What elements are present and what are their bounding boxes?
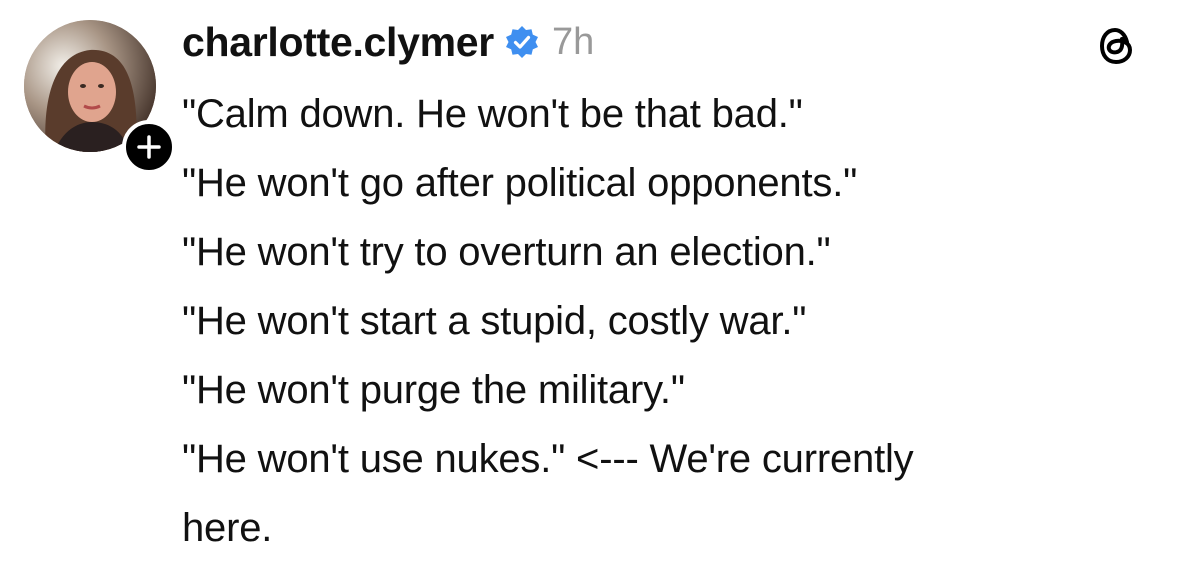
plus-icon: [137, 135, 161, 159]
post-timestamp: 7h: [551, 20, 595, 63]
follow-button[interactable]: [122, 120, 176, 174]
verified-badge-icon: [504, 24, 540, 60]
post-text-line: "He won't purge the military.": [182, 368, 685, 412]
post-text-line: here.: [182, 506, 273, 550]
threads-logo-icon[interactable]: [1094, 22, 1138, 70]
post-text-line: "He won't use nukes." <--- We're current…: [182, 437, 914, 481]
avatar-container[interactable]: [24, 20, 176, 174]
username-link[interactable]: charlotte.clymer: [182, 19, 494, 66]
post-text-line: "Calm down. He won't be that bad.": [182, 92, 803, 136]
post-text-line: "He won't start a stupid, costly war.": [182, 299, 807, 343]
post-text-line: "He won't go after political opponents.": [182, 161, 858, 205]
post-text-line: "He won't try to overturn an election.": [182, 230, 831, 274]
post-header: charlotte.clymer 7h: [182, 14, 594, 70]
post-content: "Calm down. He won't be that bad." "He w…: [182, 80, 1082, 563]
